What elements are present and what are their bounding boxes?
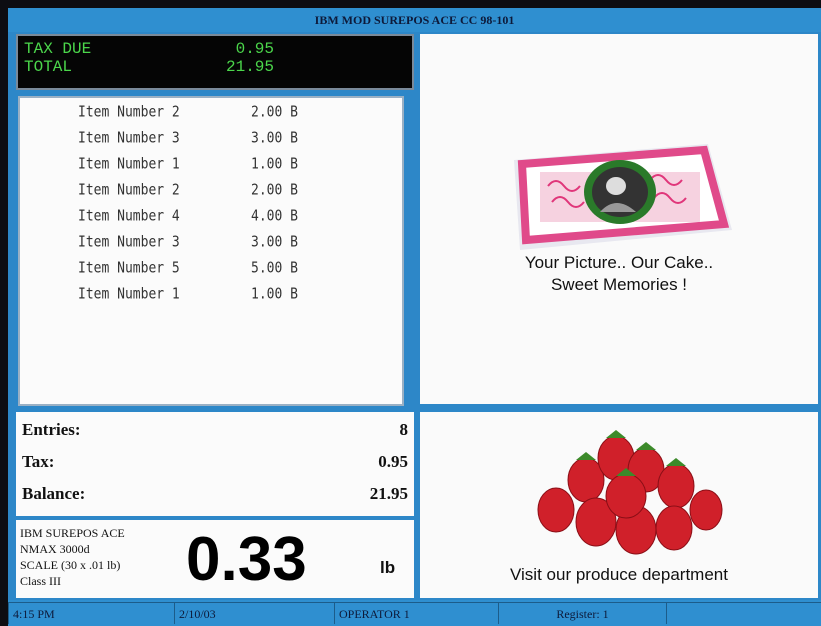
cake-promo-panel: Your Picture.. Our Cake.. Sweet Memories… [420,34,818,404]
item-name: Item Number 4 [78,208,180,226]
totals-display: TAX DUE 0.95 TOTAL 21.95 [16,34,414,90]
total-row: TOTAL 21.95 [24,58,274,76]
weight-unit: lb [380,558,396,577]
list-item[interactable]: Item Number 4 4.00 B [78,208,298,231]
status-bar: 4:15 PM 2/10/03 OPERATOR 1 Register: 1 [8,600,821,626]
total-label: TOTAL [24,58,73,76]
item-price: 1.00 B [251,156,298,174]
balance-value: 21.95 [369,484,408,503]
scale-class: Class III [20,574,61,588]
cake-promo-text-1: Your Picture.. Our Cake.. [524,253,714,272]
item-name: Item Number 5 [78,260,180,278]
status-register: Register: 1 [498,602,666,624]
item-price: 5.00 B [251,260,298,278]
entries-label: Entries: [22,420,81,439]
scale-panel: IBM SUREPOS ACE NMAX 3000d SCALE (30 x .… [16,520,414,598]
list-item[interactable]: Item Number 2 2.00 B [78,104,298,127]
list-item[interactable]: Item Number 5 5.00 B [78,260,298,283]
item-price: 1.00 B [251,286,298,304]
balance-label: Balance: [22,484,86,503]
list-item[interactable]: Item Number 1 1.00 B [78,156,298,179]
pos-screen: IBM MOD SUREPOS ACE CC 98-101 TAX DUE 0.… [8,8,821,626]
tax-label: Tax: [22,452,55,471]
tax-value: 0.95 [378,452,408,471]
strawberries-image [537,430,723,555]
item-name: Item Number 1 [78,286,180,304]
cake-image [514,144,732,250]
status-operator: OPERATOR 1 [334,602,498,624]
tax-due-label: TAX DUE [24,40,92,58]
item-price: 2.00 B [251,104,298,122]
summary-panel: Entries: 8 Tax: 0.95 Balance: 21.95 [16,412,414,516]
cake-promo-text-2: Sweet Memories ! [550,275,688,294]
status-date: 2/10/03 [174,602,334,624]
window-title: IBM MOD SUREPOS ACE CC 98-101 [8,8,821,32]
item-name: Item Number 2 [78,104,180,122]
list-item[interactable]: Item Number 3 3.00 B [78,130,298,153]
item-name: Item Number 3 [78,234,180,252]
scale-capacity: NMAX 3000d [20,542,90,556]
scale-model: IBM SUREPOS ACE [20,526,125,540]
item-price: 4.00 B [251,208,298,226]
tax-row: Tax: 0.95 [22,448,408,476]
entries-value: 8 [399,420,409,439]
list-item[interactable]: Item Number 2 2.00 B [78,182,298,205]
list-item[interactable]: Item Number 1 1.00 B [78,286,298,309]
tax-due-row: TAX DUE 0.95 [24,40,274,58]
balance-row: Balance: 21.95 [22,480,408,508]
list-item[interactable]: Item Number 3 3.00 B [78,234,298,257]
produce-promo-text: Visit our produce department [510,565,728,584]
item-name: Item Number 3 [78,130,180,148]
item-price: 2.00 B [251,182,298,200]
scale-range: SCALE (30 x .01 lb) [20,558,121,572]
entries-row: Entries: 8 [22,416,408,444]
tax-due-value: 0.95 [235,40,274,58]
item-name: Item Number 1 [78,156,180,174]
status-empty [666,602,821,624]
item-list[interactable]: Item Number 2 2.00 B Item Number 3 3.00 B … [18,96,404,406]
item-name: Item Number 2 [78,182,180,200]
item-price: 3.00 B [251,130,298,148]
status-time: 4:15 PM [8,602,174,624]
total-value: 21.95 [225,58,274,76]
produce-promo-panel: Visit our produce department [420,412,818,598]
item-price: 3.00 B [251,234,298,252]
weight-readout: 0.33 [186,525,307,594]
